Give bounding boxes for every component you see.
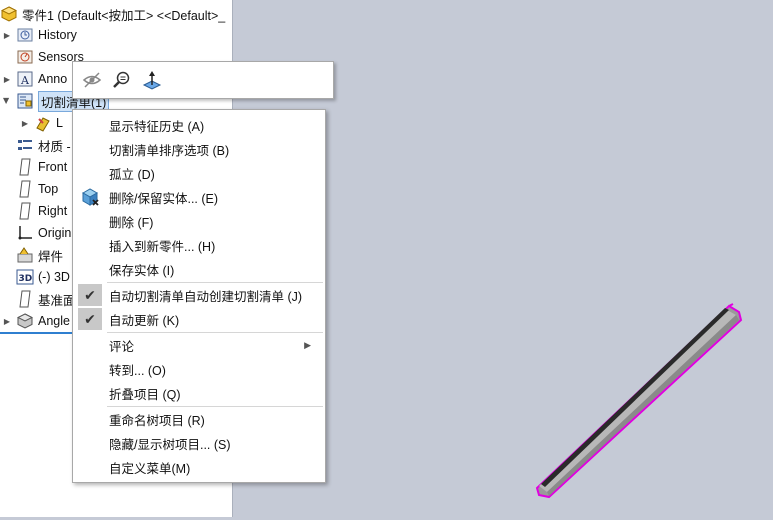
plane-icon — [16, 290, 34, 308]
expand-arrow-icon[interactable]: ▶ — [0, 74, 14, 84]
expand-arrow-icon[interactable]: ▶ — [0, 316, 14, 326]
plane-icon — [16, 180, 34, 198]
menu-item-label: 切割清单排序选项 (B) — [109, 143, 230, 158]
tree-item-label: Right — [38, 204, 68, 218]
menu-item-label: 自动更新 (K) — [109, 313, 180, 328]
menu-item-auto-update[interactable]: ✔ 自动更新 (K) — [73, 307, 325, 331]
submenu-arrow-icon: ▶ — [304, 339, 311, 350]
history-icon — [16, 26, 34, 44]
tree-item-datum-plane[interactable]: 基准面 — [0, 288, 76, 310]
tree-item-history[interactable]: ▶ History — [0, 24, 77, 46]
tree-item-label: History — [38, 28, 77, 42]
normal-to-icon[interactable] — [141, 69, 163, 91]
delete-body-icon — [79, 187, 101, 207]
expand-arrow-icon[interactable]: ▶ — [2, 94, 12, 108]
svg-text:3D: 3D — [19, 274, 33, 284]
tree-item-weldment[interactable]: 焊件 — [0, 244, 63, 266]
expand-arrow-icon[interactable]: ▶ — [18, 118, 32, 128]
tree-root[interactable]: 零件1 (Default<按加工> <<Default>_ — [0, 3, 225, 25]
tree-item-label: 焊件 — [38, 249, 64, 264]
tree-item-label: Origin — [38, 226, 72, 240]
tree-item-label: Anno — [38, 72, 68, 86]
menu-item-comment[interactable]: 评论 ▶ — [73, 333, 325, 357]
part-icon — [0, 5, 18, 23]
menu-item-label: 删除 (F) — [109, 215, 154, 230]
menu-item-auto-cut-list[interactable]: ✔ 自动切割清单自动创建切割清单 (J) — [73, 283, 325, 307]
tree-item-origin[interactable]: Origin — [0, 222, 71, 244]
tree-item-right-plane[interactable]: Right — [0, 200, 67, 222]
tree-item-label: 基准面 — [38, 293, 76, 308]
tree-item-top-plane[interactable]: Top — [0, 178, 58, 200]
tree-item-3d-sketch[interactable]: 3D (-) 3D — [0, 266, 70, 288]
menu-item-delete-keep-body[interactable]: 删除/保留实体... (E) — [73, 185, 325, 209]
tree-item-label: Front — [38, 160, 68, 174]
tree-item-label: L — [56, 116, 63, 130]
zoom-to-selection-icon[interactable] — [111, 69, 133, 91]
plane-icon — [16, 158, 34, 176]
material-icon — [16, 136, 34, 154]
plane-icon — [16, 202, 34, 220]
tree-item-material[interactable]: 材质 - — [0, 134, 71, 156]
menu-item-collapse-items[interactable]: 折叠项目 (Q) — [73, 381, 325, 405]
menu-item-label: 孤立 (D) — [109, 167, 155, 182]
menu-item-rename-tree-item[interactable]: 重命名树项目 (R) — [73, 407, 325, 431]
structural-member-icon — [16, 312, 34, 330]
origin-icon — [16, 224, 34, 242]
menu-item-customize-menu[interactable]: 自定义菜单(M) — [73, 455, 325, 479]
menu-item-label: 保存实体 (I) — [109, 263, 175, 278]
menu-item-label: 显示特征历史 (A) — [109, 119, 205, 134]
menu-item-label: 删除/保留实体... (E) — [109, 191, 219, 206]
menu-item-label: 隐藏/显示树项目... (S) — [109, 437, 231, 452]
context-menu: 显示特征历史 (A) 切割清单排序选项 (B) 孤立 (D) 删除/保留实体..… — [72, 109, 326, 483]
tree-item-front-plane[interactable]: Front — [0, 156, 67, 178]
menu-item-label: 自定义菜单(M) — [109, 461, 191, 476]
weldment-icon — [16, 246, 34, 264]
checkmark-icon: ✔ — [78, 308, 102, 330]
cut-list-icon — [16, 92, 34, 110]
svg-text:A: A — [20, 74, 30, 87]
context-toolbar — [72, 61, 334, 99]
hide-icon[interactable] — [81, 69, 103, 91]
menu-item-label: 折叠项目 (Q) — [109, 387, 181, 402]
checkmark-icon: ✔ — [78, 284, 102, 306]
tree-root-label: 零件1 (Default<按加工> <<Default>_ — [22, 8, 226, 23]
menu-item-label: 自动切割清单自动创建切割清单 (J) — [109, 289, 303, 304]
tree-item-label: 材质 - — [38, 139, 71, 154]
sensors-icon — [16, 48, 34, 66]
menu-item-delete[interactable]: 删除 (F) — [73, 209, 325, 233]
tree-item-label: (-) 3D — [38, 270, 70, 284]
tree-item-annotations[interactable]: ▶ A Anno — [0, 68, 67, 90]
menu-item-insert-into-new-part[interactable]: 插入到新零件... (H) — [73, 233, 325, 257]
menu-item-hide-show-tree-items[interactable]: 隐藏/显示树项目... (S) — [73, 431, 325, 455]
menu-item-save-bodies[interactable]: 保存实体 (I) — [73, 257, 325, 281]
menu-item-cut-list-sort-options[interactable]: 切割清单排序选项 (B) — [73, 137, 325, 161]
menu-item-go-to[interactable]: 转到... (O) — [73, 357, 325, 381]
menu-item-isolate[interactable]: 孤立 (D) — [73, 161, 325, 185]
tree-item-label: Angle — [38, 314, 70, 328]
menu-item-label: 重命名树项目 (R) — [109, 413, 205, 428]
menu-item-label: 转到... (O) — [109, 363, 166, 378]
menu-item-label: 插入到新零件... (H) — [109, 239, 216, 254]
menu-item-label: 评论 — [109, 339, 135, 354]
annotations-icon: A — [16, 70, 34, 88]
tree-item-angle[interactable]: ▶ Angle — [0, 310, 70, 332]
sketch3d-icon: 3D — [16, 268, 34, 286]
cut-list-item-icon — [34, 114, 52, 132]
tree-item-label: Top — [38, 182, 59, 196]
menu-item-show-feature-history[interactable]: 显示特征历史 (A) — [73, 113, 325, 137]
tree-item-cut-list-item[interactable]: ▶ L — [18, 112, 63, 134]
expand-arrow-icon[interactable]: ▶ — [0, 30, 14, 40]
